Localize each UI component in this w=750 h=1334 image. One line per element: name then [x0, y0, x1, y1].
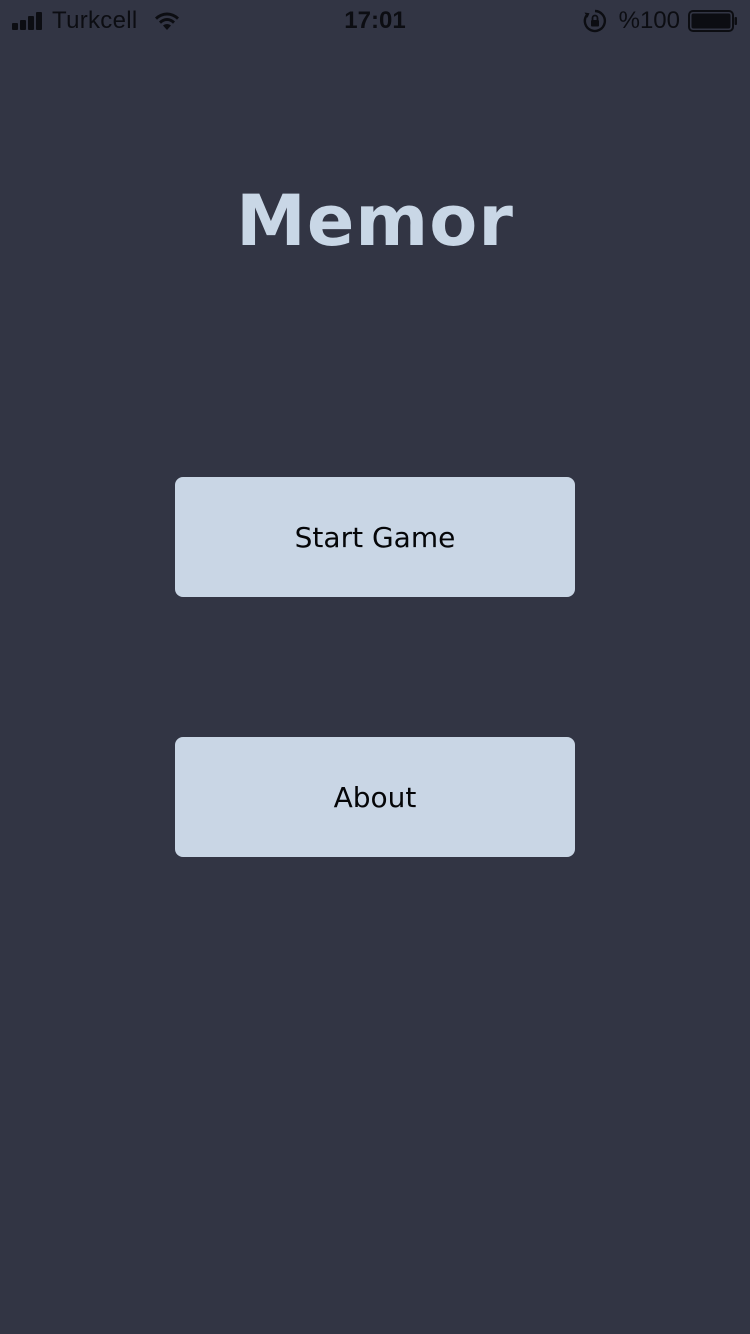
about-button[interactable]: About [175, 737, 575, 857]
battery-percentage: %100 [618, 7, 680, 34]
rotation-lock-icon [583, 9, 606, 33]
battery-icon [688, 10, 737, 32]
status-bar: Turkcell 17:01 %100 [0, 0, 750, 40]
start-game-button[interactable]: Start Game [175, 477, 575, 597]
status-right: %100 [583, 7, 738, 35]
app-title: Memor [236, 180, 514, 262]
